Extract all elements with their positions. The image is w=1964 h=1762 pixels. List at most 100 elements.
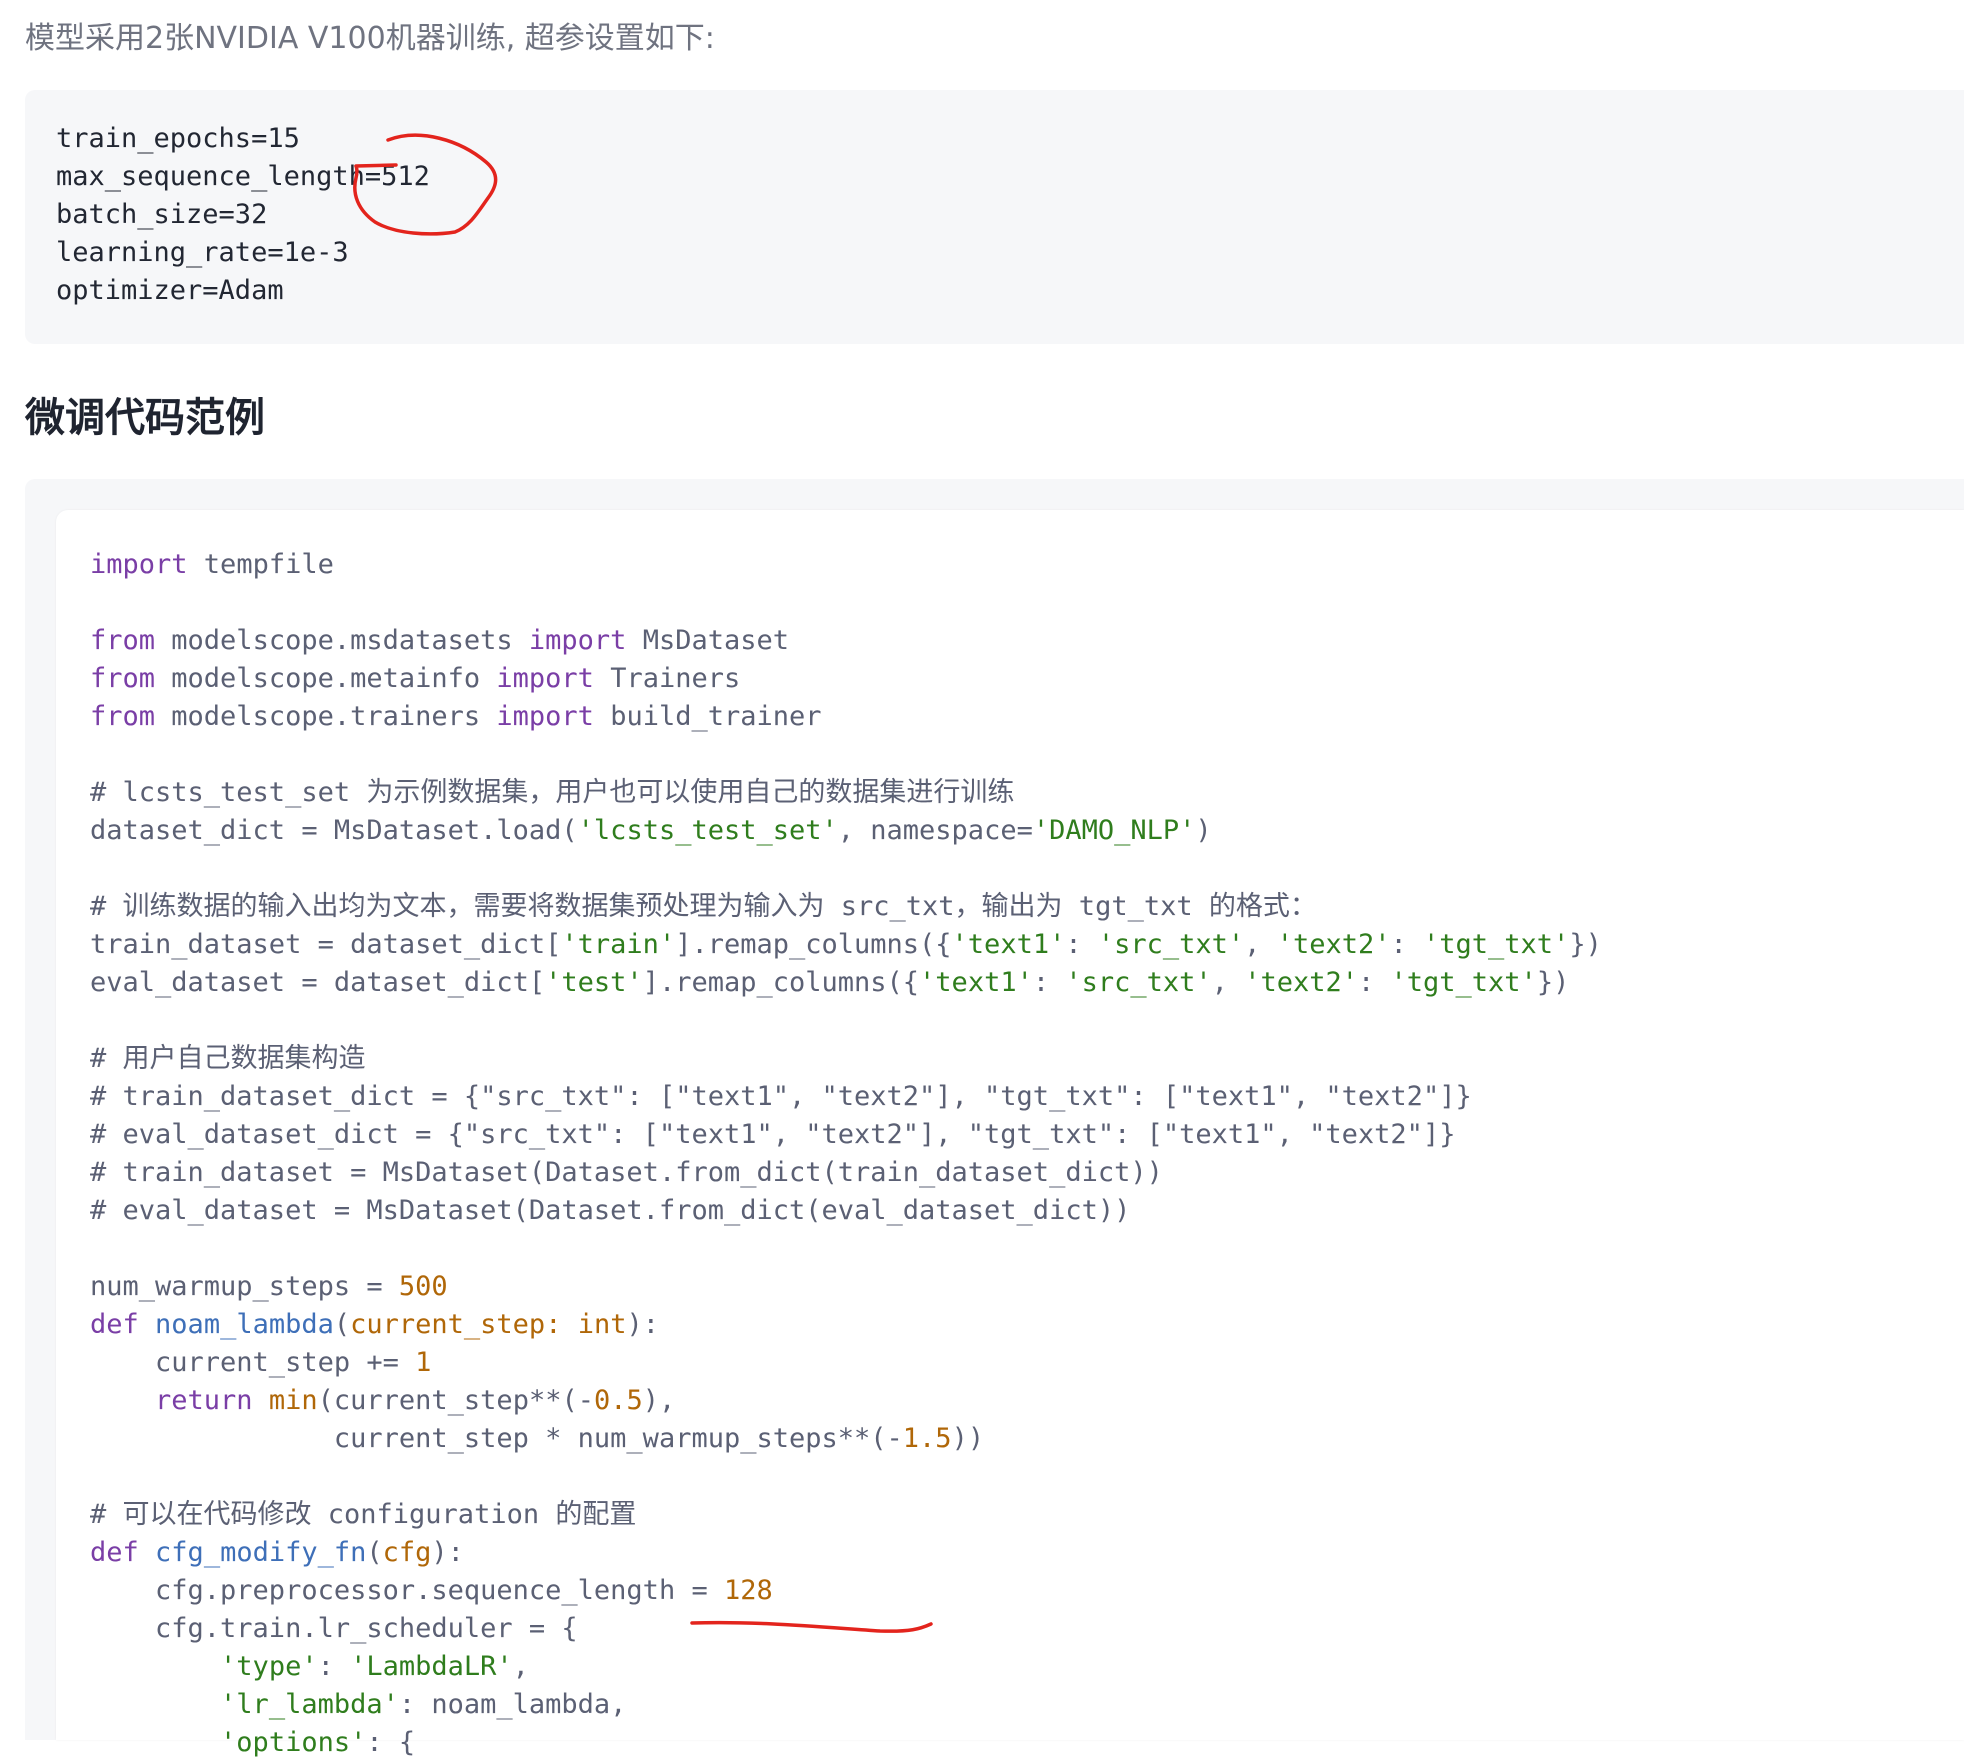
code-line: import tempfile bbox=[90, 546, 1602, 584]
hyperparam-line: batch_size=32 bbox=[56, 199, 268, 230]
hyperparam-line: max_sequence_length=512 bbox=[56, 161, 430, 192]
code-token: # 训练数据的输入出均为文本，需要将数据集预处理为输入为 src_txt，输出为… bbox=[90, 891, 1317, 922]
code-example-block: import tempfile from modelscope.msdataset… bbox=[56, 510, 1964, 1758]
code-token: 1 bbox=[415, 1347, 432, 1378]
code-token: , bbox=[1211, 967, 1245, 998]
code-line: dataset_dict = MsDataset.load('lcsts_tes… bbox=[90, 812, 1602, 850]
code-token: 'train' bbox=[561, 929, 676, 960]
code-line: eval_dataset = dataset_dict['test'].rema… bbox=[90, 964, 1602, 1002]
code-token: 'type' bbox=[220, 1651, 318, 1682]
code-line: # eval_dataset_dict = {"src_txt": ["text… bbox=[90, 1116, 1602, 1154]
code-token: min bbox=[268, 1385, 318, 1416]
section-title: 微调代码范例 bbox=[25, 395, 265, 441]
intro-text: 模型采用2张NVIDIA V100机器训练, 超参设置如下: bbox=[25, 21, 715, 56]
hyperparams-code-block: train_epochs=15 max_sequence_length=512 ba… bbox=[25, 90, 1964, 344]
code-token: cfg.train.lr_scheduler = { bbox=[90, 1613, 578, 1644]
code-token: # train_dataset_dict = {"src_txt": ["tex… bbox=[90, 1081, 1472, 1112]
code-token: # eval_dataset_dict = {"src_txt": ["text… bbox=[90, 1119, 1456, 1150]
code-token: 'text1' bbox=[919, 967, 1033, 998]
code-token: : bbox=[1357, 967, 1391, 998]
code-line: def noam_lambda(current_step: int): bbox=[90, 1306, 1602, 1344]
code-token: cfg bbox=[382, 1537, 432, 1568]
code-token: ), bbox=[642, 1385, 676, 1416]
code-token: modelscope.metainfo bbox=[155, 663, 497, 694]
code-token: , namespace= bbox=[837, 815, 1033, 846]
code-token: : bbox=[1390, 929, 1423, 960]
code-token: modelscope.msdatasets bbox=[155, 625, 529, 656]
code-line: 'type': 'LambdaLR', bbox=[90, 1648, 1602, 1686]
code-token: ): bbox=[626, 1309, 659, 1340]
code-token: from bbox=[90, 625, 156, 656]
code-line: # lcsts_test_set 为示例数据集，用户也可以使用自己的数据集进行训… bbox=[90, 774, 1602, 812]
code-token: # 用户自己数据集构造 bbox=[90, 1043, 366, 1074]
code-token: 'lcsts_test_set' bbox=[577, 815, 838, 846]
code-token: eval_dataset = dataset_dict[ bbox=[90, 967, 546, 998]
code-line: current_step += 1 bbox=[90, 1344, 1602, 1382]
code-token: def bbox=[90, 1537, 139, 1568]
code-line: # 用户自己数据集构造 bbox=[90, 1040, 1602, 1078]
code-token: build_trainer bbox=[593, 701, 822, 732]
code-token: : noam_lambda, bbox=[398, 1689, 627, 1720]
code-line: cfg.train.lr_scheduler = { bbox=[90, 1610, 1602, 1648]
code-token: : bbox=[1065, 929, 1098, 960]
code-token: import bbox=[90, 549, 188, 580]
hyperparam-line: learning_rate=1e-3 bbox=[56, 237, 349, 268]
finetune-code: import tempfile from modelscope.msdataset… bbox=[90, 546, 1602, 1762]
code-token: ) bbox=[1195, 815, 1212, 846]
code-token: (current_step**(- bbox=[317, 1385, 594, 1416]
code-line: def cfg_modify_fn(cfg): bbox=[90, 1534, 1602, 1572]
code-line: # train_dataset_dict = {"src_txt": ["tex… bbox=[90, 1078, 1602, 1116]
code-token: # train_dataset = MsDataset(Dataset.from… bbox=[90, 1157, 1163, 1188]
code-token: import bbox=[528, 625, 627, 656]
code-token: 'text1' bbox=[951, 929, 1066, 960]
code-token: dataset_dict = MsDataset.load( bbox=[90, 815, 578, 846]
code-token: MsDataset bbox=[626, 625, 790, 656]
code-token: cfg_modify_fn bbox=[155, 1537, 367, 1568]
code-token: ): bbox=[431, 1537, 464, 1568]
code-token: cfg.preprocessor.sequence_length = bbox=[90, 1575, 724, 1606]
code-token: 'tgt_txt' bbox=[1423, 929, 1570, 960]
code-token: 'test' bbox=[545, 967, 643, 998]
code-token: import bbox=[496, 701, 594, 732]
code-token: current_step += bbox=[90, 1347, 416, 1378]
code-token: ( bbox=[366, 1537, 383, 1568]
code-token: current_step * num_warmup_steps**(- bbox=[90, 1423, 903, 1454]
code-token: }) bbox=[1536, 967, 1570, 998]
code-line: 'options': { bbox=[90, 1724, 1602, 1762]
code-line: from modelscope.msdatasets import MsData… bbox=[90, 622, 1602, 660]
hyperparams-code: train_epochs=15 max_sequence_length=512 ba… bbox=[56, 120, 430, 310]
code-token: }) bbox=[1569, 929, 1602, 960]
code-line: # eval_dataset = MsDataset(Dataset.from_… bbox=[90, 1192, 1602, 1230]
code-line: 'lr_lambda': noam_lambda, bbox=[90, 1686, 1602, 1724]
code-token: 'options' bbox=[220, 1727, 367, 1758]
code-token: 'text2' bbox=[1276, 929, 1391, 960]
code-token: ( bbox=[333, 1309, 351, 1340]
code-line: # train_dataset = MsDataset(Dataset.from… bbox=[90, 1154, 1602, 1192]
code-token: def bbox=[90, 1309, 139, 1340]
code-token: 1.5 bbox=[902, 1423, 952, 1454]
code-token: )) bbox=[951, 1423, 985, 1454]
code-line: return min(current_step**(-0.5), bbox=[90, 1382, 1602, 1420]
code-token: 500 bbox=[398, 1271, 448, 1302]
code-token: current_step: int bbox=[350, 1309, 627, 1340]
code-token: import bbox=[496, 663, 594, 694]
hyperparam-line: optimizer=Adam bbox=[56, 275, 284, 306]
code-token: , bbox=[512, 1651, 529, 1682]
code-line: num_warmup_steps = 500 bbox=[90, 1268, 1602, 1306]
code-token: 128 bbox=[723, 1575, 773, 1606]
code-token: from bbox=[90, 663, 156, 694]
code-token: train_dataset = dataset_dict[ bbox=[90, 929, 562, 960]
code-line: # 训练数据的输入出均为文本，需要将数据集预处理为输入为 src_txt，输出为… bbox=[90, 888, 1602, 926]
code-line: from modelscope.trainers import build_tr… bbox=[90, 698, 1602, 736]
code-token: 'tgt_txt' bbox=[1390, 967, 1537, 998]
